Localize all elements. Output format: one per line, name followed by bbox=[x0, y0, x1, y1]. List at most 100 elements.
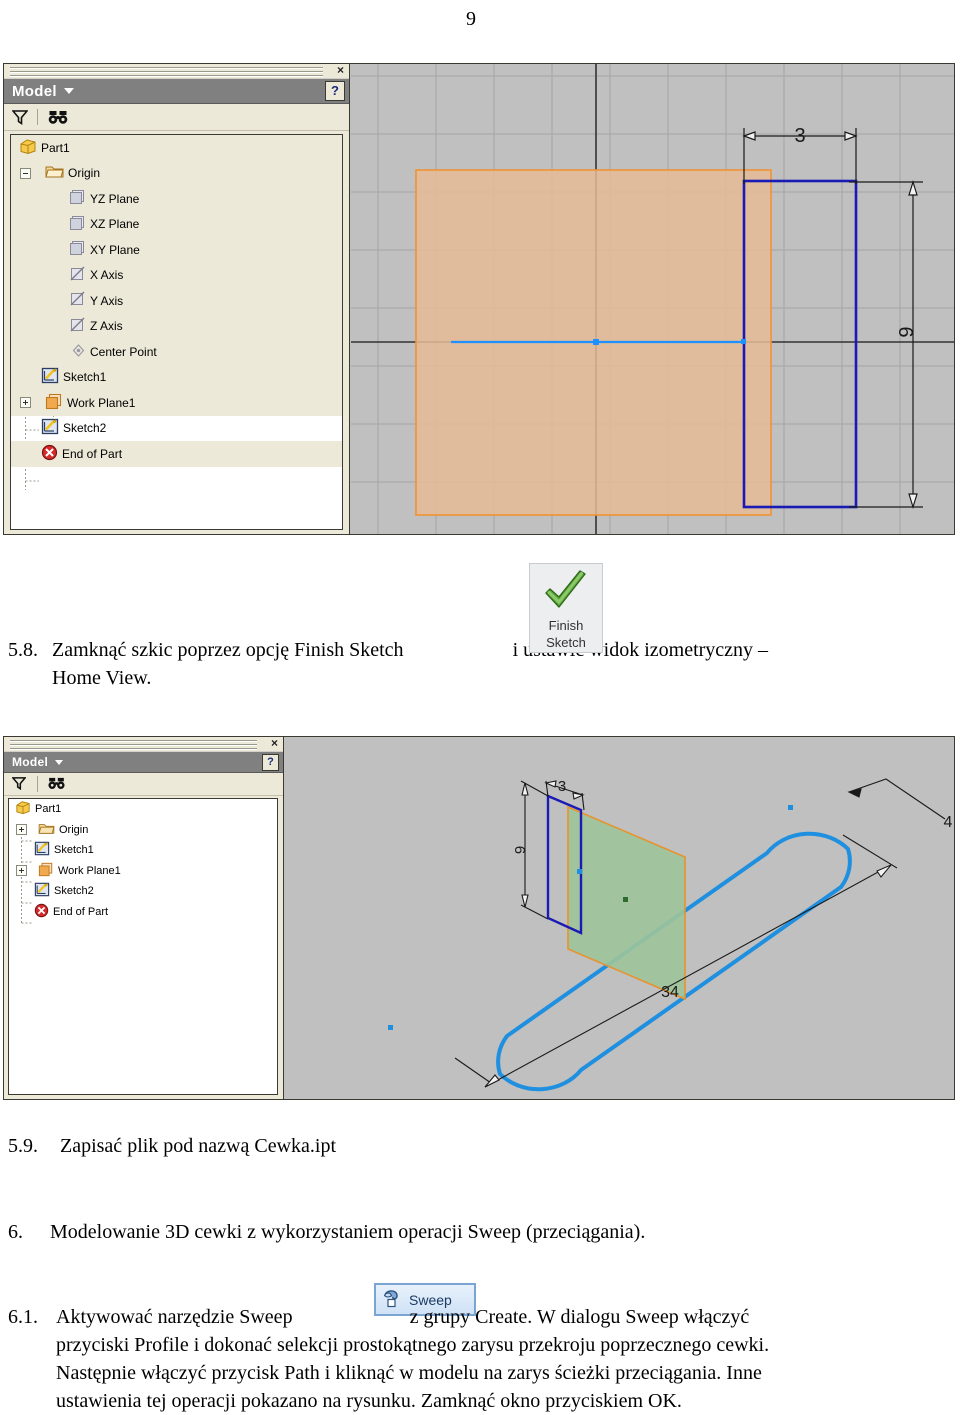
step-6-1-paragraph: 6.1. Aktywować narzędzie Sweep z grupy C… bbox=[8, 1303, 952, 1415]
profile-midpoint bbox=[741, 339, 746, 344]
sketch-canvas[interactable]: 3 9 bbox=[351, 64, 954, 534]
plane-icon bbox=[69, 189, 86, 208]
tree-item-xy-plane[interactable]: XY Plane bbox=[11, 237, 342, 263]
model-tree-2[interactable]: Part1 Origin Sketch1 Work Plane1 Sketch2… bbox=[8, 798, 278, 1095]
tree-item-part1[interactable]: Part1 bbox=[9, 799, 277, 820]
sketch-icon bbox=[34, 841, 50, 859]
tree-item-xz-plane[interactable]: XZ Plane bbox=[11, 211, 342, 237]
origin-point bbox=[593, 339, 599, 345]
sketch-icon bbox=[34, 882, 50, 900]
step-6-1-line3: Następnie włączyć przycisk Path i klikną… bbox=[56, 1362, 762, 1384]
tree-item-label: XZ Plane bbox=[90, 217, 140, 232]
tree-item-sketch1[interactable]: Sketch1 bbox=[11, 364, 342, 390]
tree-item-sketch1[interactable]: Sketch1 bbox=[9, 840, 277, 861]
part-icon bbox=[15, 800, 31, 818]
profile-width-dimension-text: 3 bbox=[558, 778, 566, 795]
help-icon[interactable]: ? bbox=[262, 754, 279, 771]
work-plane-icon bbox=[38, 862, 54, 880]
tree-item-label: Sketch2 bbox=[63, 421, 107, 436]
find-icon[interactable] bbox=[47, 777, 67, 791]
browser-grip-1[interactable]: × bbox=[4, 64, 349, 78]
browser-grip-2[interactable]: × bbox=[4, 737, 283, 751]
tree-item-label: Sketch1 bbox=[63, 370, 107, 385]
tree-item-label: Sketch2 bbox=[54, 885, 94, 898]
tree-item-origin[interactable]: Origin bbox=[9, 820, 277, 841]
tree-item-y-axis[interactable]: Y Axis bbox=[11, 288, 342, 314]
path-length-dimension-text: 34 bbox=[661, 984, 679, 1001]
tree-item-label: Work Plane1 bbox=[58, 864, 121, 877]
tree-item-label: Center Point bbox=[90, 344, 157, 359]
finish-sketch-label-line2: Sketch bbox=[546, 635, 586, 650]
step-6-1-line2: przyciski Profile i dokonać selekcji pro… bbox=[56, 1334, 770, 1356]
tree-item-x-axis[interactable]: X Axis bbox=[11, 262, 342, 288]
step-6-text: Modelowanie 3D cewki z wykorzystaniem op… bbox=[50, 1221, 646, 1243]
plane-icon bbox=[69, 240, 86, 259]
tree-item-sketch2[interactable]: Sketch2 bbox=[9, 881, 277, 902]
profile-height-dimension-text: 9 bbox=[512, 846, 529, 854]
help-icon[interactable]: ? bbox=[325, 81, 345, 101]
inventor-window-sketch-view: × Model ? Part1 Origin YZ Plane XZ Plane… bbox=[3, 63, 955, 535]
collapse-toggle-origin[interactable] bbox=[20, 167, 31, 179]
browser-title-label: Model bbox=[12, 755, 49, 769]
grip-lines-icon bbox=[10, 740, 257, 750]
expand-toggle-origin[interactable] bbox=[16, 824, 27, 836]
step-5-8-line2: Home View. bbox=[52, 667, 152, 689]
browser-title-bar-1: Model ? bbox=[4, 78, 349, 104]
axis-icon bbox=[69, 266, 86, 285]
sketch-icon bbox=[41, 367, 59, 387]
step-6-paragraph: 6. Modelowanie 3D cewki z wykorzystaniem… bbox=[8, 1218, 952, 1246]
find-icon[interactable] bbox=[47, 110, 68, 124]
chevron-down-icon[interactable] bbox=[63, 88, 74, 94]
tree-item-label: End of Part bbox=[53, 905, 109, 918]
sketch-viewport[interactable]: 3 9 bbox=[351, 64, 954, 534]
tree-item-work-plane1[interactable]: Work Plane1 bbox=[11, 390, 342, 416]
green-check-icon bbox=[545, 570, 586, 608]
plane-icon bbox=[69, 215, 86, 234]
tree-item-sketch2[interactable]: Sketch2 bbox=[11, 416, 342, 442]
end-of-part-icon bbox=[41, 444, 58, 464]
finish-sketch-button[interactable]: Finish Sketch bbox=[529, 563, 603, 653]
isometric-viewport[interactable]: 3 9 34 4 bbox=[285, 737, 954, 1099]
path-radius-dimension-text: 4 bbox=[944, 814, 953, 831]
work-plane-icon bbox=[45, 393, 63, 413]
browser-toolbar-1 bbox=[4, 104, 349, 131]
width-dimension-text: 3 bbox=[794, 125, 805, 147]
step-6-1-text-before: Aktywować narzędzie Sweep bbox=[56, 1306, 293, 1328]
tree-item-yz-plane[interactable]: YZ Plane bbox=[11, 186, 342, 212]
browser-title-bar-2: Model ? bbox=[4, 751, 283, 773]
tree-item-origin[interactable]: Origin bbox=[11, 160, 342, 186]
inventor-window-isometric-view: × Model ? Part1 Origin Sketch1 Work Plan… bbox=[3, 736, 955, 1100]
filter-icon[interactable] bbox=[12, 110, 28, 125]
tree-item-end-of-part[interactable]: End of Part bbox=[11, 441, 342, 467]
finish-sketch-label-line1: Finish bbox=[548, 618, 584, 633]
folder-icon bbox=[38, 822, 55, 838]
tree-item-label: Z Axis bbox=[90, 319, 123, 334]
model-browser-panel-2: × Model ? Part1 Origin Sketch1 Work Plan… bbox=[4, 737, 284, 1099]
model-tree-1[interactable]: Part1 Origin YZ Plane XZ Plane XY Plane … bbox=[10, 134, 343, 530]
step-6-1-line4: ustawienia tej operacji pokazano na rysu… bbox=[56, 1390, 682, 1412]
expand-toggle-work-plane1[interactable] bbox=[20, 397, 31, 409]
step-6-1-text-after: z grupy Create. W dialogu Sweep włączyć bbox=[409, 1306, 750, 1328]
folder-icon bbox=[45, 164, 64, 182]
tree-item-label: Origin bbox=[68, 166, 101, 181]
tree-item-part1[interactable]: Part1 bbox=[11, 135, 342, 161]
tree-item-z-axis[interactable]: Z Axis bbox=[11, 313, 342, 339]
step-5-9-paragraph: 5.9. Zapisać plik pod nazwą Cewka.ipt bbox=[8, 1132, 952, 1160]
expand-toggle-work-plane1[interactable] bbox=[16, 865, 27, 877]
tree-item-label: X Axis bbox=[90, 268, 124, 283]
filter-icon[interactable] bbox=[12, 777, 28, 791]
chevron-down-icon[interactable] bbox=[55, 759, 64, 765]
close-icon[interactable]: × bbox=[337, 64, 344, 77]
center-point-icon bbox=[71, 343, 86, 361]
path-center-point-bottom bbox=[388, 1025, 393, 1030]
tree-item-end-of-part[interactable]: End of Part bbox=[9, 902, 277, 923]
tree-item-work-plane1[interactable]: Work Plane1 bbox=[9, 861, 277, 882]
page-number: 9 bbox=[466, 8, 476, 30]
tree-item-label: Y Axis bbox=[90, 293, 124, 308]
tree-item-label: Work Plane1 bbox=[67, 395, 136, 410]
work-plane-center-point bbox=[623, 897, 628, 902]
browser-toolbar-2 bbox=[4, 773, 283, 796]
tree-item-center-point[interactable]: Center Point bbox=[11, 339, 342, 365]
close-icon[interactable]: × bbox=[271, 737, 278, 750]
isometric-canvas[interactable]: 3 9 34 4 bbox=[285, 737, 954, 1099]
